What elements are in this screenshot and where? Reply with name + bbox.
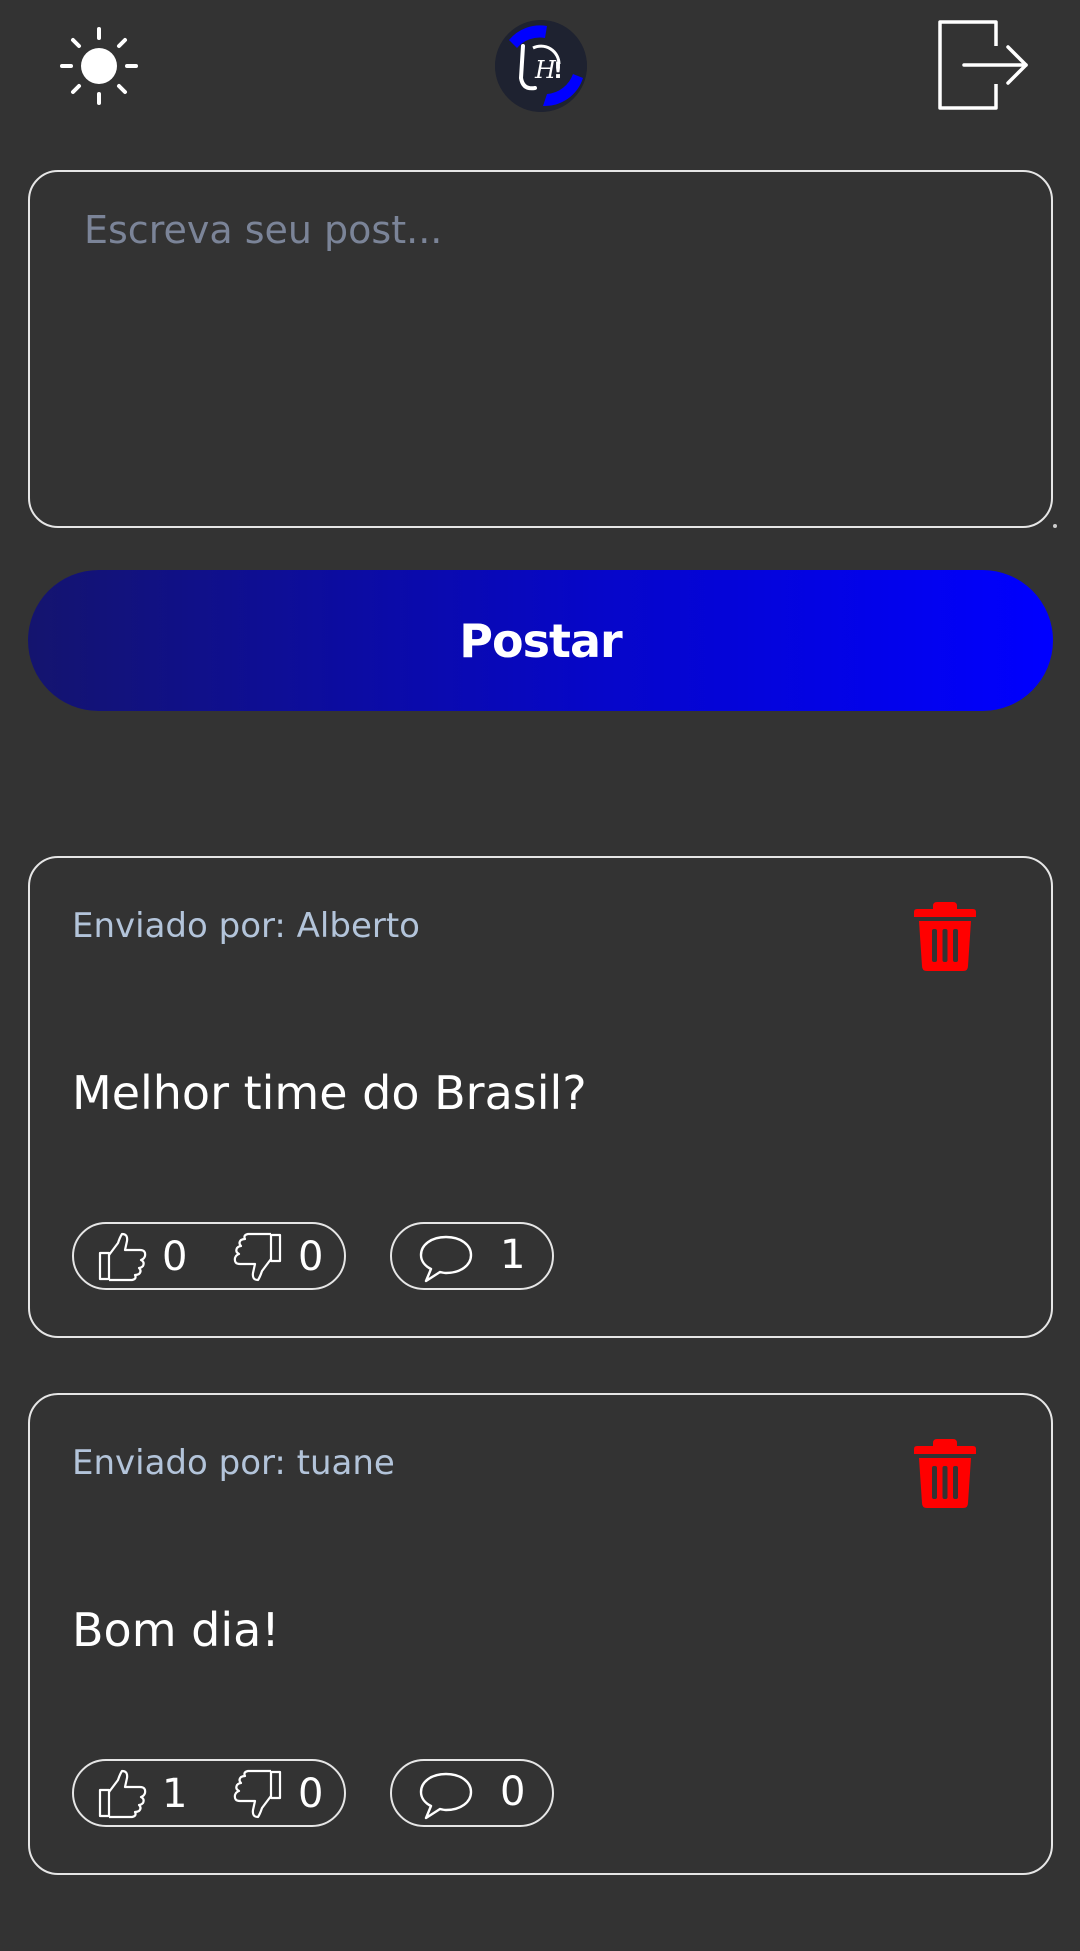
dislike-count: 0 bbox=[298, 1234, 324, 1280]
app-logo: H ! bbox=[495, 20, 587, 112]
like-count: 1 bbox=[162, 1771, 188, 1817]
post-author: Enviado por: Alberto bbox=[72, 906, 420, 946]
post-composer bbox=[28, 170, 1057, 528]
post-text: Melhor time do Brasil? bbox=[72, 1066, 587, 1120]
post-card: Enviado por: tuane Bom dia! 1 0 0 bbox=[28, 1393, 1053, 1875]
speech-bubble-icon bbox=[419, 1235, 473, 1283]
thumbs-down-icon bbox=[233, 1232, 282, 1282]
post-button[interactable]: Postar bbox=[28, 570, 1053, 711]
reactions-group: 0 0 bbox=[72, 1222, 346, 1290]
comments-button[interactable]: 1 bbox=[390, 1222, 554, 1290]
thumbs-up-icon bbox=[98, 1769, 147, 1819]
like-count: 0 bbox=[162, 1234, 188, 1280]
logout-icon bbox=[938, 20, 1028, 110]
dislike-button[interactable]: 0 bbox=[232, 1228, 323, 1286]
reactions-group: 1 0 bbox=[72, 1759, 346, 1827]
delete-post-button[interactable] bbox=[913, 900, 977, 972]
resize-handle[interactable] bbox=[1053, 524, 1057, 528]
like-button[interactable]: 0 bbox=[96, 1228, 187, 1286]
post-input[interactable] bbox=[30, 172, 1051, 526]
logout-button[interactable] bbox=[934, 16, 1030, 112]
like-button[interactable]: 1 bbox=[96, 1765, 187, 1823]
dislike-button[interactable]: 0 bbox=[232, 1765, 323, 1823]
trash-icon bbox=[914, 1439, 976, 1508]
post-text: Bom dia! bbox=[72, 1603, 280, 1657]
svg-text:!: ! bbox=[553, 59, 563, 84]
theme-toggle-button[interactable] bbox=[56, 26, 142, 106]
thumbs-down-icon bbox=[233, 1769, 282, 1819]
comment-count: 0 bbox=[500, 1769, 526, 1815]
thumbs-up-icon bbox=[98, 1232, 147, 1282]
sun-icon bbox=[60, 27, 138, 105]
delete-post-button[interactable] bbox=[913, 1437, 977, 1509]
speech-bubble-icon bbox=[419, 1772, 473, 1820]
dislike-count: 0 bbox=[298, 1771, 324, 1817]
post-author: Enviado por: tuane bbox=[72, 1443, 395, 1483]
trash-icon bbox=[914, 902, 976, 971]
post-card: Enviado por: Alberto Melhor time do Bras… bbox=[28, 856, 1053, 1338]
top-bar: H ! bbox=[0, 0, 1080, 130]
comment-count: 1 bbox=[500, 1232, 526, 1278]
comments-button[interactable]: 0 bbox=[390, 1759, 554, 1827]
